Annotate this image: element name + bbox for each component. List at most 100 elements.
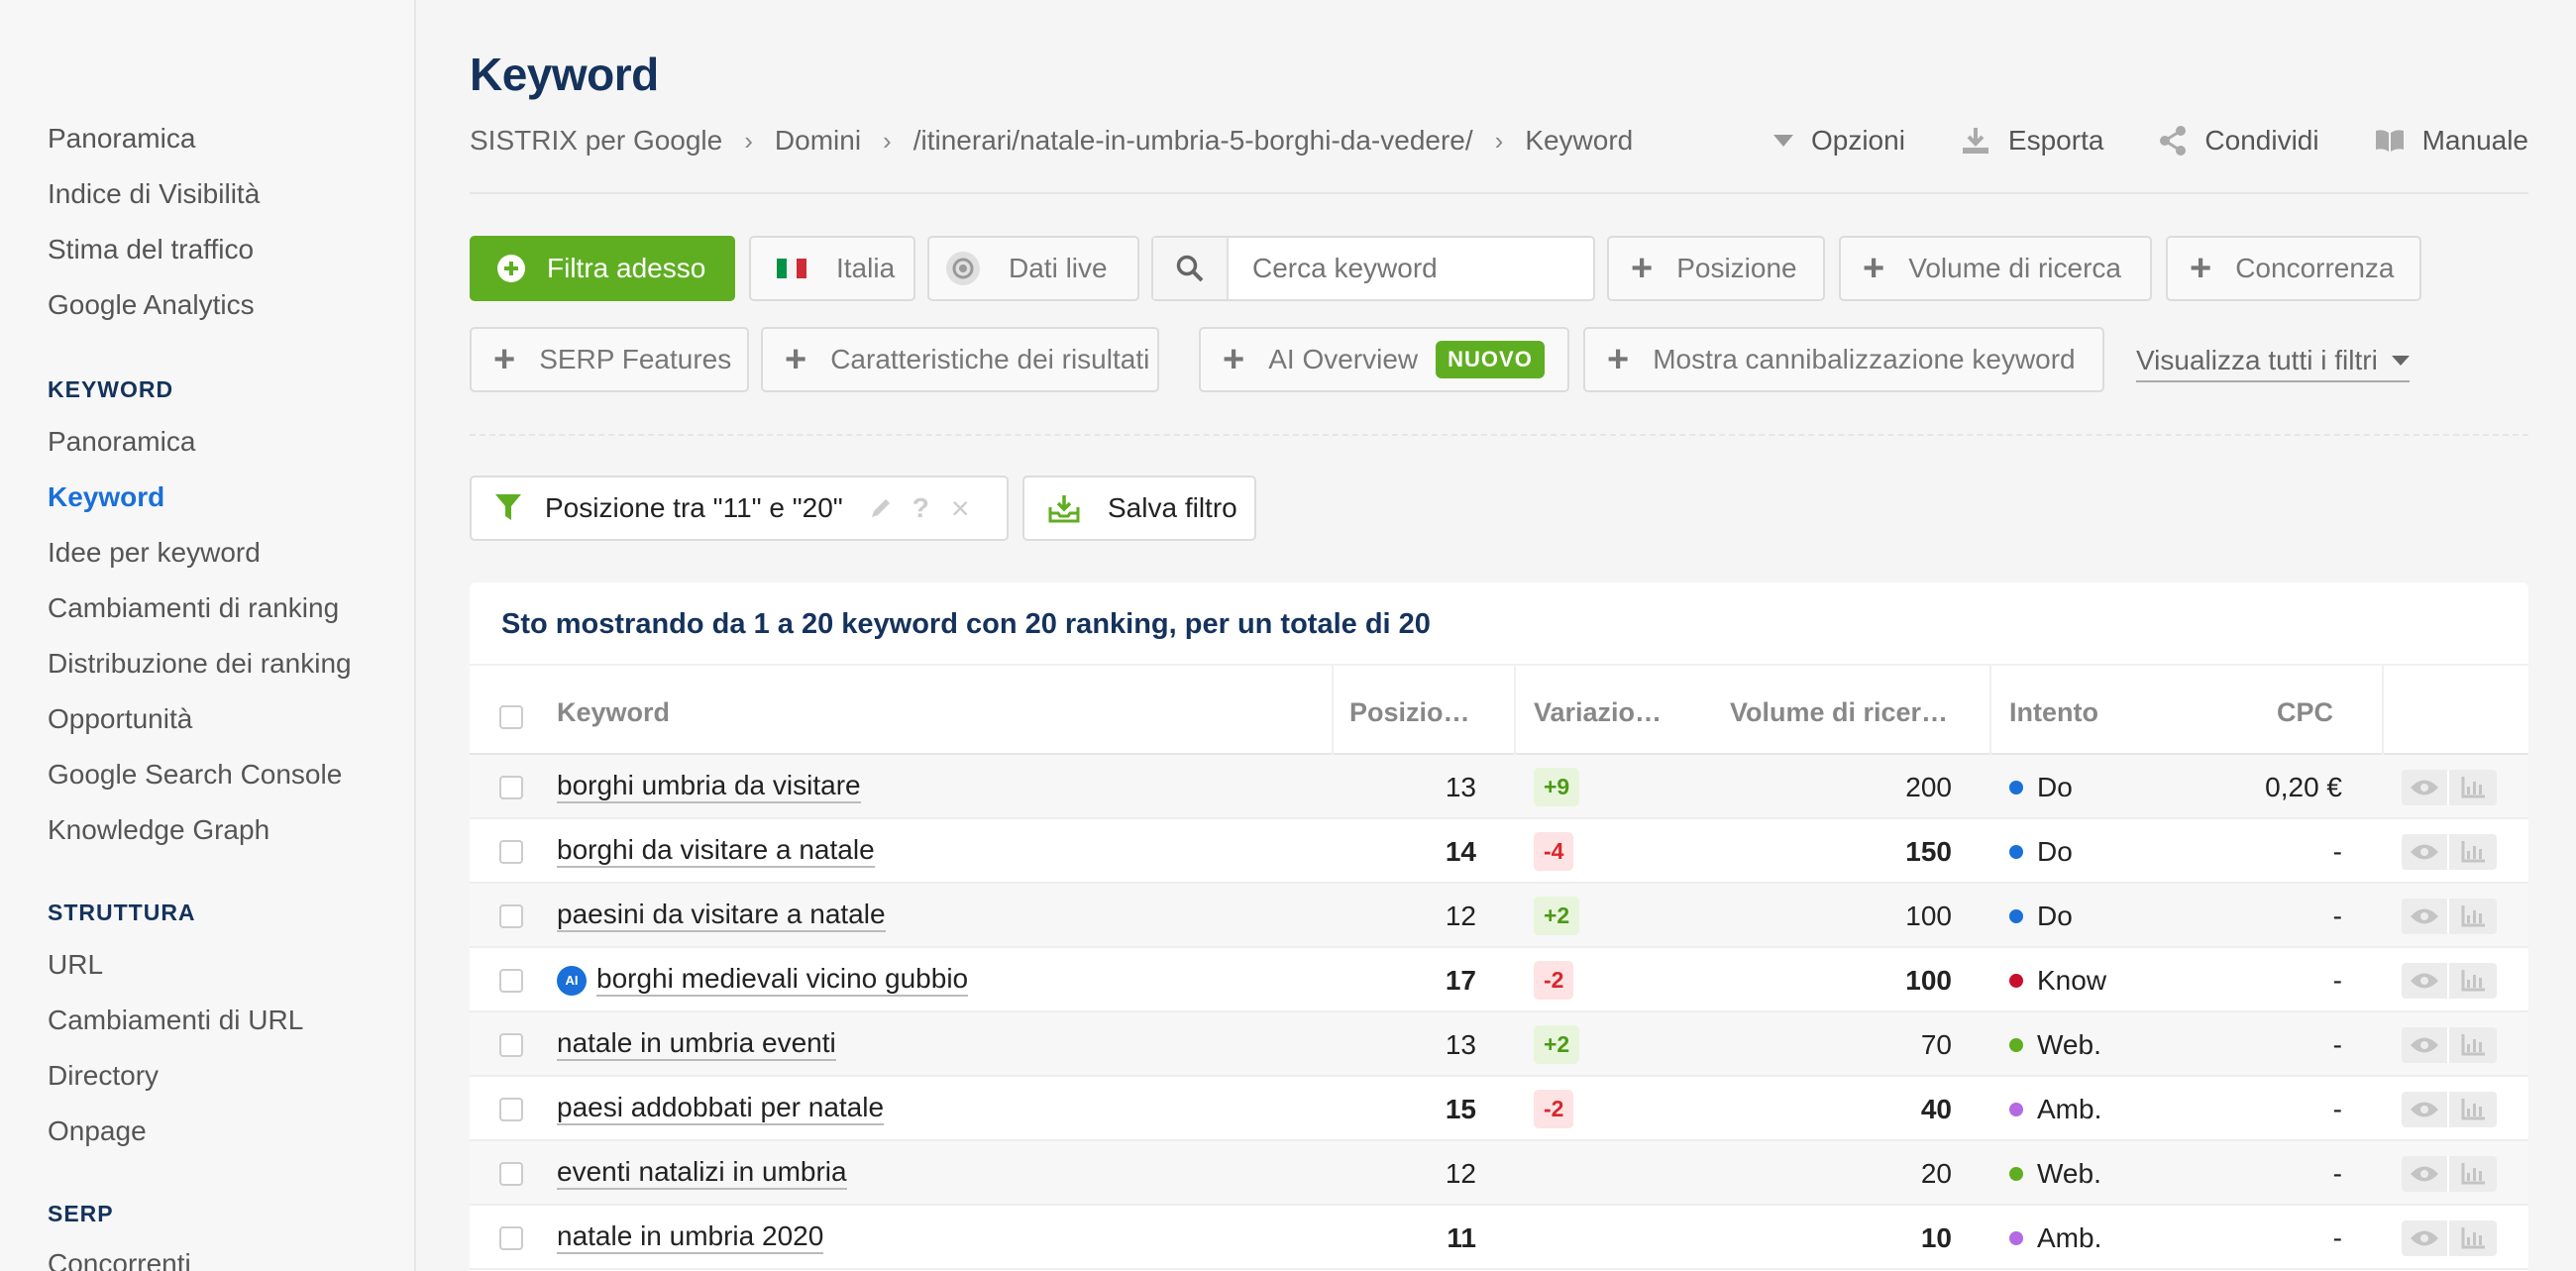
cannibalization-filter-button[interactable]: + Mostra cannibalizzazione keyword bbox=[1583, 327, 2104, 392]
chevron-right-icon: › bbox=[883, 125, 892, 156]
manual-button[interactable]: Manuale bbox=[2375, 125, 2528, 157]
eye-icon[interactable] bbox=[2402, 1091, 2449, 1127]
pencil-icon[interactable] bbox=[869, 496, 893, 520]
page-actions: Opzioni Esporta Condividi Manuale bbox=[1718, 125, 2528, 157]
col-keyword[interactable]: Keyword bbox=[557, 697, 670, 728]
eye-icon[interactable] bbox=[2402, 898, 2449, 934]
sidebar-item-competitors[interactable]: Concorrenti bbox=[48, 1248, 191, 1271]
intent-value: Web. bbox=[2037, 1157, 2101, 1189]
help-icon[interactable]: ? bbox=[912, 492, 929, 524]
keyword-link[interactable]: natale in umbria eventi bbox=[557, 1027, 836, 1061]
options-button[interactable]: Opzioni bbox=[1772, 125, 1905, 157]
row-checkbox[interactable] bbox=[499, 903, 523, 928]
share-button[interactable]: Condividi bbox=[2159, 125, 2319, 157]
sidebar-item-url-changes[interactable]: Cambiamenti di URL bbox=[48, 1005, 303, 1036]
keyword-link[interactable]: natale in umbria 2020 bbox=[557, 1220, 824, 1254]
sidebar-section-serp: SERP bbox=[48, 1201, 114, 1226]
cpc-value: - bbox=[2332, 835, 2342, 867]
sidebar-item-onpage[interactable]: Onpage bbox=[48, 1115, 147, 1147]
chart-icon[interactable] bbox=[2449, 1026, 2497, 1063]
eye-icon[interactable] bbox=[2402, 1026, 2449, 1063]
competition-filter-button[interactable]: + Concorrenza bbox=[2166, 236, 2421, 301]
chart-icon[interactable] bbox=[2449, 898, 2497, 934]
export-button[interactable]: Esporta bbox=[1961, 125, 2103, 157]
ai-overview-filter-button[interactable]: + AI Overview NUOVO bbox=[1199, 327, 1569, 392]
save-filter-button[interactable]: Salva filtro bbox=[1022, 476, 1256, 541]
sidebar-item-google-analytics[interactable]: Google Analytics bbox=[48, 289, 255, 321]
keyword-link[interactable]: borghi medievali vicino gubbio bbox=[596, 963, 969, 997]
show-all-filters-dropdown[interactable]: Visualizza tutti i filtri bbox=[2136, 345, 2410, 382]
col-cpc[interactable]: CPC bbox=[2277, 697, 2333, 728]
breadcrumb-path[interactable]: /itinerari/natale-in-umbria-5-borghi-da-… bbox=[913, 125, 1473, 157]
keyword-link[interactable]: eventi natalizi in umbria bbox=[557, 1156, 847, 1190]
row-checkbox[interactable] bbox=[499, 1225, 523, 1250]
chart-icon[interactable] bbox=[2449, 833, 2497, 870]
change-badge: +2 bbox=[1534, 897, 1580, 935]
sidebar-item-keyword[interactable]: Keyword bbox=[48, 481, 164, 513]
divider bbox=[470, 192, 2528, 194]
sidebar-item-keyword-overview[interactable]: Panoramica bbox=[48, 426, 195, 458]
eye-icon[interactable] bbox=[2402, 1155, 2449, 1192]
breadcrumb-domains[interactable]: Domini bbox=[775, 125, 861, 157]
change-badge: +2 bbox=[1534, 1025, 1580, 1064]
keyword-link[interactable]: borghi umbria da visitare bbox=[557, 770, 861, 803]
sidebar-item-knowledge-graph[interactable]: Knowledge Graph bbox=[48, 814, 269, 846]
serp-features-filter-button[interactable]: + SERP Features bbox=[470, 327, 749, 392]
sidebar-item-overview[interactable]: Panoramica bbox=[48, 123, 195, 155]
position-value: 14 bbox=[1445, 835, 1476, 867]
col-intent[interactable]: Intento bbox=[2009, 697, 2098, 728]
position-filter-button[interactable]: + Posizione bbox=[1607, 236, 1825, 301]
eye-icon[interactable] bbox=[2402, 833, 2449, 870]
row-checkbox[interactable] bbox=[499, 1032, 523, 1057]
sidebar-item-directory[interactable]: Directory bbox=[48, 1060, 159, 1092]
italy-flag-icon bbox=[777, 259, 806, 278]
table-row: borghi da visitare a natale 14 -4 150 Do - bbox=[470, 819, 2528, 884]
keyword-link[interactable]: borghi da visitare a natale bbox=[557, 834, 875, 868]
live-data-toggle[interactable]: Dati live bbox=[927, 236, 1139, 301]
eye-icon[interactable] bbox=[2402, 769, 2449, 805]
row-checkbox[interactable] bbox=[499, 1097, 523, 1121]
search-input[interactable] bbox=[1252, 253, 1579, 284]
sidebar-item-opportunities[interactable]: Opportunità bbox=[48, 703, 192, 735]
chart-icon[interactable] bbox=[2449, 1155, 2497, 1192]
select-all-checkbox[interactable] bbox=[499, 705, 523, 729]
cpc-value: - bbox=[2332, 1093, 2342, 1124]
cpc-value: - bbox=[2332, 900, 2342, 931]
chart-icon[interactable] bbox=[2449, 962, 2497, 999]
country-selector[interactable]: Italia bbox=[749, 236, 915, 301]
row-checkbox[interactable] bbox=[499, 1161, 523, 1186]
position-value: 12 bbox=[1445, 1157, 1476, 1189]
sidebar-item-url[interactable]: URL bbox=[48, 949, 103, 981]
main-content: Keyword SISTRIX per Google › Domini › /i… bbox=[470, 0, 2528, 1271]
sidebar-item-visibility-index[interactable]: Indice di Visibilità bbox=[48, 178, 260, 210]
table-row: paesini da visitare a natale 12 +2 100 Do - bbox=[470, 884, 2528, 948]
row-checkbox[interactable] bbox=[499, 775, 523, 799]
col-change[interactable]: Variazio… bbox=[1534, 697, 1662, 728]
filter-now-button[interactable]: Filtra adesso bbox=[470, 236, 735, 301]
keyword-link[interactable]: paesini da visitare a natale bbox=[557, 899, 886, 932]
eye-icon[interactable] bbox=[2402, 1219, 2449, 1256]
eye-icon[interactable] bbox=[2402, 962, 2449, 999]
sidebar-item-ranking-changes[interactable]: Cambiamenti di ranking bbox=[48, 592, 339, 624]
sidebar-item-search-console[interactable]: Google Search Console bbox=[48, 759, 342, 791]
col-position[interactable]: Posizio… bbox=[1349, 697, 1470, 728]
result-features-filter-button[interactable]: + Caratteristiche dei risultati bbox=[761, 327, 1159, 392]
row-checkbox[interactable] bbox=[499, 839, 523, 864]
row-checkbox[interactable] bbox=[499, 968, 523, 993]
sidebar-item-ranking-distribution[interactable]: Distribuzione dei ranking bbox=[48, 648, 352, 680]
keyword-search bbox=[1151, 236, 1595, 301]
col-search-volume[interactable]: Volume di ricer… bbox=[1730, 697, 1948, 728]
plus-icon: + bbox=[1607, 339, 1630, 380]
sidebar-item-traffic-estimate[interactable]: Stima del traffico bbox=[48, 234, 254, 265]
chart-icon[interactable] bbox=[2449, 1219, 2497, 1256]
intent-dot bbox=[2009, 1230, 2023, 1245]
sidebar-item-keyword-ideas[interactable]: Idee per keyword bbox=[48, 537, 261, 569]
intent-value: Do bbox=[2037, 771, 2073, 802]
search-volume-filter-button[interactable]: + Volume di ricerca bbox=[1839, 236, 2152, 301]
breadcrumb-sistrix[interactable]: SISTRIX per Google bbox=[470, 125, 722, 157]
close-icon[interactable]: × bbox=[951, 490, 970, 527]
keyword-link[interactable]: paesi addobbati per natale bbox=[557, 1092, 885, 1125]
chart-icon[interactable] bbox=[2449, 1091, 2497, 1127]
plus-icon: + bbox=[2190, 248, 2212, 289]
chart-icon[interactable] bbox=[2449, 769, 2497, 805]
